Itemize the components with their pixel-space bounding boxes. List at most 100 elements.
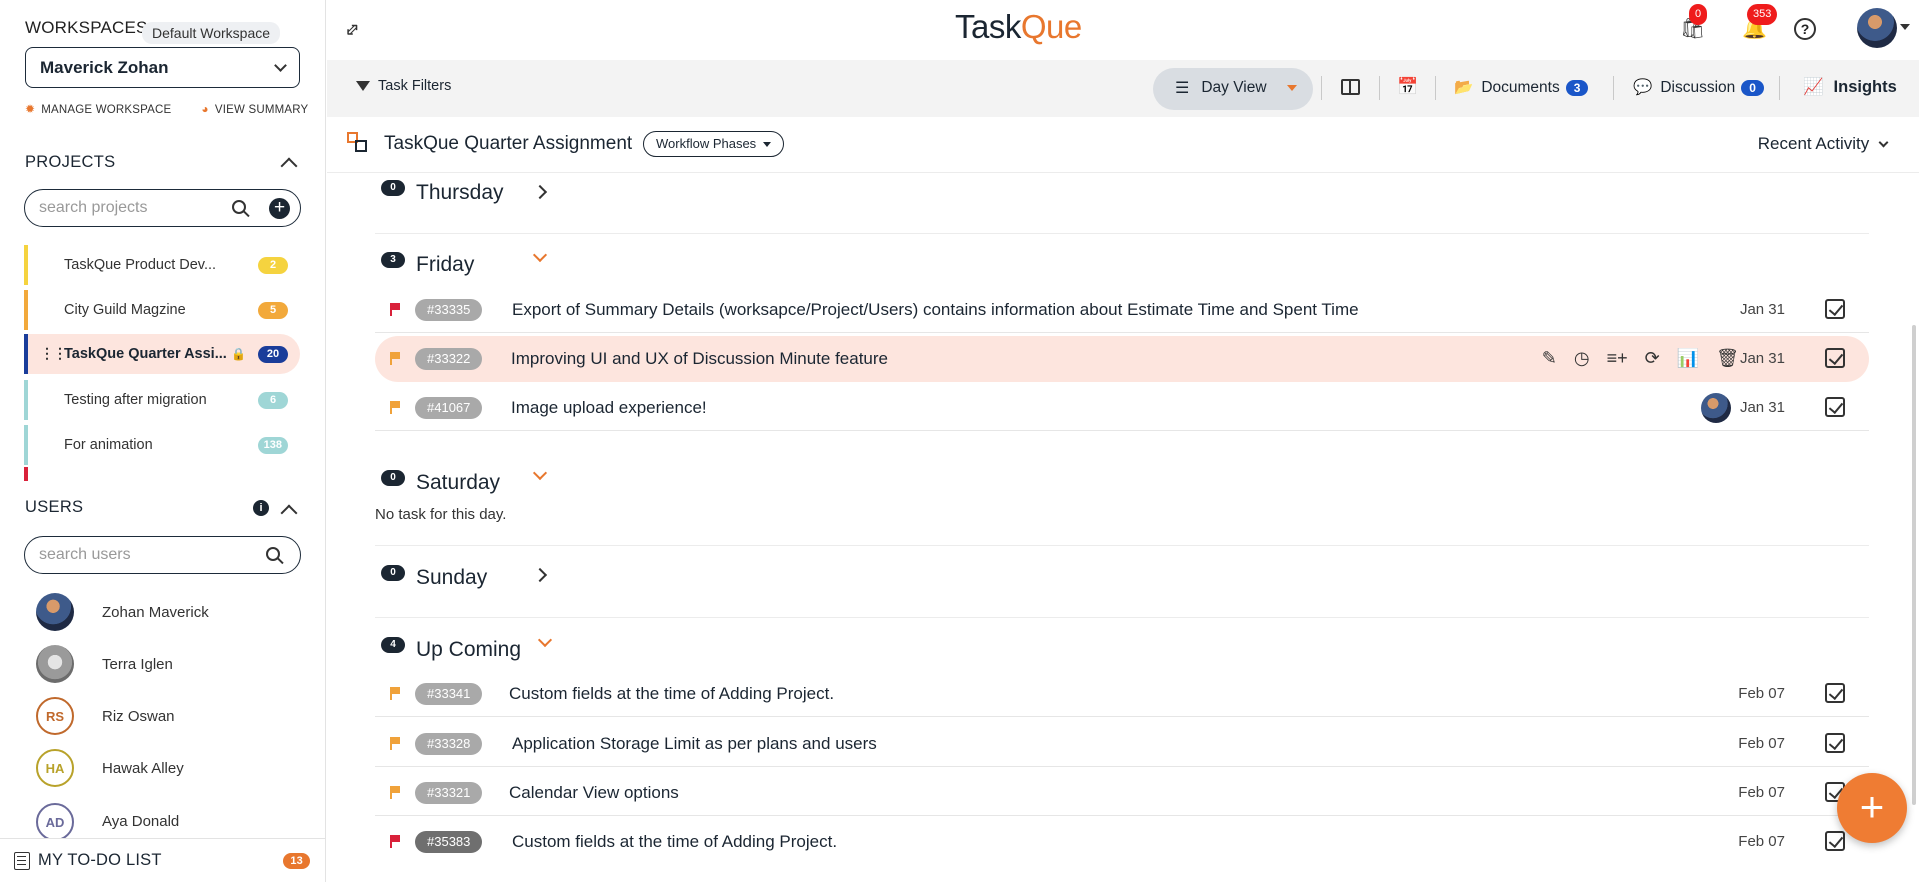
flag-icon[interactable]: [390, 737, 400, 750]
drag-handle-icon[interactable]: ⋮⋮: [40, 345, 67, 362]
folder-icon: 📂: [1454, 79, 1474, 96]
task-row[interactable]: #41067 Image upload experience! Jan 31: [375, 385, 1869, 431]
calendar-view-button[interactable]: 📅: [1397, 77, 1418, 97]
project-item-active[interactable]: ⋮⋮ TaskQue Quarter Assi... 🔒 20: [24, 334, 300, 374]
user-item[interactable]: AD Aya Donald: [36, 795, 179, 838]
task-row[interactable]: #35383 Custom fields at the time of Addi…: [375, 819, 1869, 865]
assignee-avatar[interactable]: [1701, 393, 1731, 423]
bar-chart-icon[interactable]: 📊: [1677, 348, 1699, 369]
app-logo[interactable]: TaskQue: [955, 8, 1082, 46]
task-row[interactable]: #33335 Export of Summary Details (worksa…: [375, 287, 1869, 333]
caret-down-icon[interactable]: [1900, 24, 1910, 30]
project-item[interactable]: For animation 138: [24, 425, 300, 465]
documents-button[interactable]: 📂 Documents 3: [1454, 78, 1589, 97]
divider: [1435, 76, 1436, 100]
workspace-links: ✹ MANAGE WORKSPACE ◕ VIEW SUMMARY: [25, 102, 308, 116]
trash-icon[interactable]: 🗑: [1716, 348, 1739, 369]
discussion-button[interactable]: 💬 Discussion 0: [1633, 78, 1764, 97]
scrollbar[interactable]: [1912, 325, 1916, 805]
task-row[interactable]: #33321 Calendar View options Feb 07: [375, 770, 1869, 816]
user-item[interactable]: Zohan Maverick: [36, 587, 209, 637]
task-filters-button[interactable]: Task Filters: [356, 78, 451, 94]
search-projects-input[interactable]: search projects +: [24, 189, 301, 227]
chat-icon: 💬: [1633, 79, 1653, 96]
flag-icon[interactable]: [390, 401, 400, 414]
refresh-icon[interactable]: ⟳: [1645, 348, 1660, 369]
todo-list-link[interactable]: MY TO-DO LIST 13: [0, 838, 326, 882]
chevron-down-icon[interactable]: [532, 465, 548, 481]
complete-checkbox[interactable]: [1825, 348, 1845, 368]
task-name[interactable]: Application Storage Limit as per plans a…: [512, 734, 877, 754]
collapse-users-icon[interactable]: [280, 504, 298, 522]
expand-icon[interactable]: ⇕: [339, 18, 364, 44]
project-item[interactable]: Testing after migration 6: [24, 380, 300, 420]
add-project-button[interactable]: +: [269, 198, 290, 219]
workflow-phases-label: Workflow Phases: [656, 136, 757, 151]
day-view-button[interactable]: ☰ Day View: [1175, 78, 1297, 98]
chevron-down-icon[interactable]: [537, 632, 553, 648]
day-name: Friday: [416, 253, 475, 276]
task-due-date: Feb 07: [1738, 784, 1785, 801]
complete-checkbox[interactable]: [1825, 683, 1845, 703]
flag-icon[interactable]: [390, 687, 400, 700]
insights-button[interactable]: 📈 Insights: [1803, 78, 1897, 97]
user-avatar-menu[interactable]: [1857, 8, 1897, 48]
board-view-button[interactable]: [1341, 79, 1360, 95]
complete-checkbox[interactable]: [1825, 397, 1845, 417]
search-icon[interactable]: [232, 200, 246, 214]
flag-icon[interactable]: [390, 835, 400, 848]
task-name[interactable]: Export of Summary Details (worksapce/Pro…: [512, 300, 1359, 320]
user-item[interactable]: Terra Iglen: [36, 639, 173, 689]
view-summary-link[interactable]: ◕ VIEW SUMMARY: [201, 102, 308, 116]
flag-icon[interactable]: [390, 786, 400, 799]
discussion-count-badge: 0: [1741, 79, 1764, 96]
task-name[interactable]: Image upload experience!: [511, 398, 707, 418]
task-due-date: Feb 07: [1738, 735, 1785, 752]
complete-checkbox[interactable]: [1825, 733, 1845, 753]
task-name[interactable]: Custom fields at the time of Adding Proj…: [512, 832, 837, 852]
task-id-badge[interactable]: #33321: [415, 782, 483, 804]
flag-icon[interactable]: [390, 352, 400, 365]
add-subtask-icon[interactable]: ≡+: [1607, 348, 1628, 369]
chevron-right-icon[interactable]: [532, 184, 548, 200]
complete-checkbox[interactable]: [1825, 831, 1845, 851]
manage-workspace-link[interactable]: ✹ MANAGE WORKSPACE: [25, 102, 171, 116]
manage-workspace-label: MANAGE WORKSPACE: [41, 104, 172, 116]
flag-icon[interactable]: [390, 303, 400, 316]
chevron-right-icon[interactable]: [532, 567, 548, 583]
user-item[interactable]: HA Hawak Alley: [36, 743, 184, 793]
help-icon[interactable]: ?: [1794, 18, 1816, 40]
user-item[interactable]: RS Riz Oswan: [36, 691, 175, 741]
task-id-badge[interactable]: #41067: [415, 397, 483, 419]
project-title-bar: TaskQue Quarter Assignment Workflow Phas…: [327, 117, 1919, 173]
task-row-hovered[interactable]: #33322 Improving UI and UX of Discussion…: [375, 336, 1869, 382]
task-id-badge[interactable]: #35383: [415, 831, 483, 853]
task-id-badge[interactable]: #33328: [415, 733, 483, 755]
collapse-projects-icon[interactable]: [280, 157, 298, 175]
task-row[interactable]: #33341 Custom fields at the time of Addi…: [375, 671, 1869, 717]
search-icon[interactable]: [266, 547, 280, 561]
task-id-badge[interactable]: #33335: [415, 299, 483, 321]
search-users-input[interactable]: search users: [24, 536, 301, 574]
complete-checkbox[interactable]: [1825, 299, 1845, 319]
chevron-down-icon[interactable]: [532, 247, 548, 263]
add-task-button[interactable]: +: [1837, 773, 1907, 843]
task-row[interactable]: #33328 Application Storage Limit as per …: [375, 721, 1869, 767]
edit-icon[interactable]: ✎: [1542, 348, 1557, 369]
task-id-badge[interactable]: #33322: [415, 348, 483, 370]
day-name: Thursday: [416, 181, 504, 204]
task-name[interactable]: Improving UI and UX of Discussion Minute…: [511, 349, 888, 369]
logo-text-2: Que: [1020, 8, 1082, 45]
chevron-down-icon: [1878, 137, 1889, 148]
workflow-phases-button[interactable]: Workflow Phases: [643, 131, 784, 157]
recent-activity-dropdown[interactable]: Recent Activity: [1758, 134, 1889, 154]
info-icon[interactable]: i: [253, 500, 269, 516]
clock-icon[interactable]: ◷: [1574, 348, 1590, 369]
task-id-badge[interactable]: #33341: [415, 683, 483, 705]
project-item[interactable]: TaskQue Product Dev... 2: [24, 245, 300, 285]
workspace-select[interactable]: Maverick Zohan: [25, 47, 300, 88]
project-item[interactable]: City Guild Magzine 5: [24, 290, 300, 330]
task-name[interactable]: Calendar View options: [509, 783, 679, 803]
task-name[interactable]: Custom fields at the time of Adding Proj…: [509, 684, 834, 704]
task-actions: ✎ ◷ ≡+ ⟳ 📊 🗑: [1542, 348, 1739, 369]
